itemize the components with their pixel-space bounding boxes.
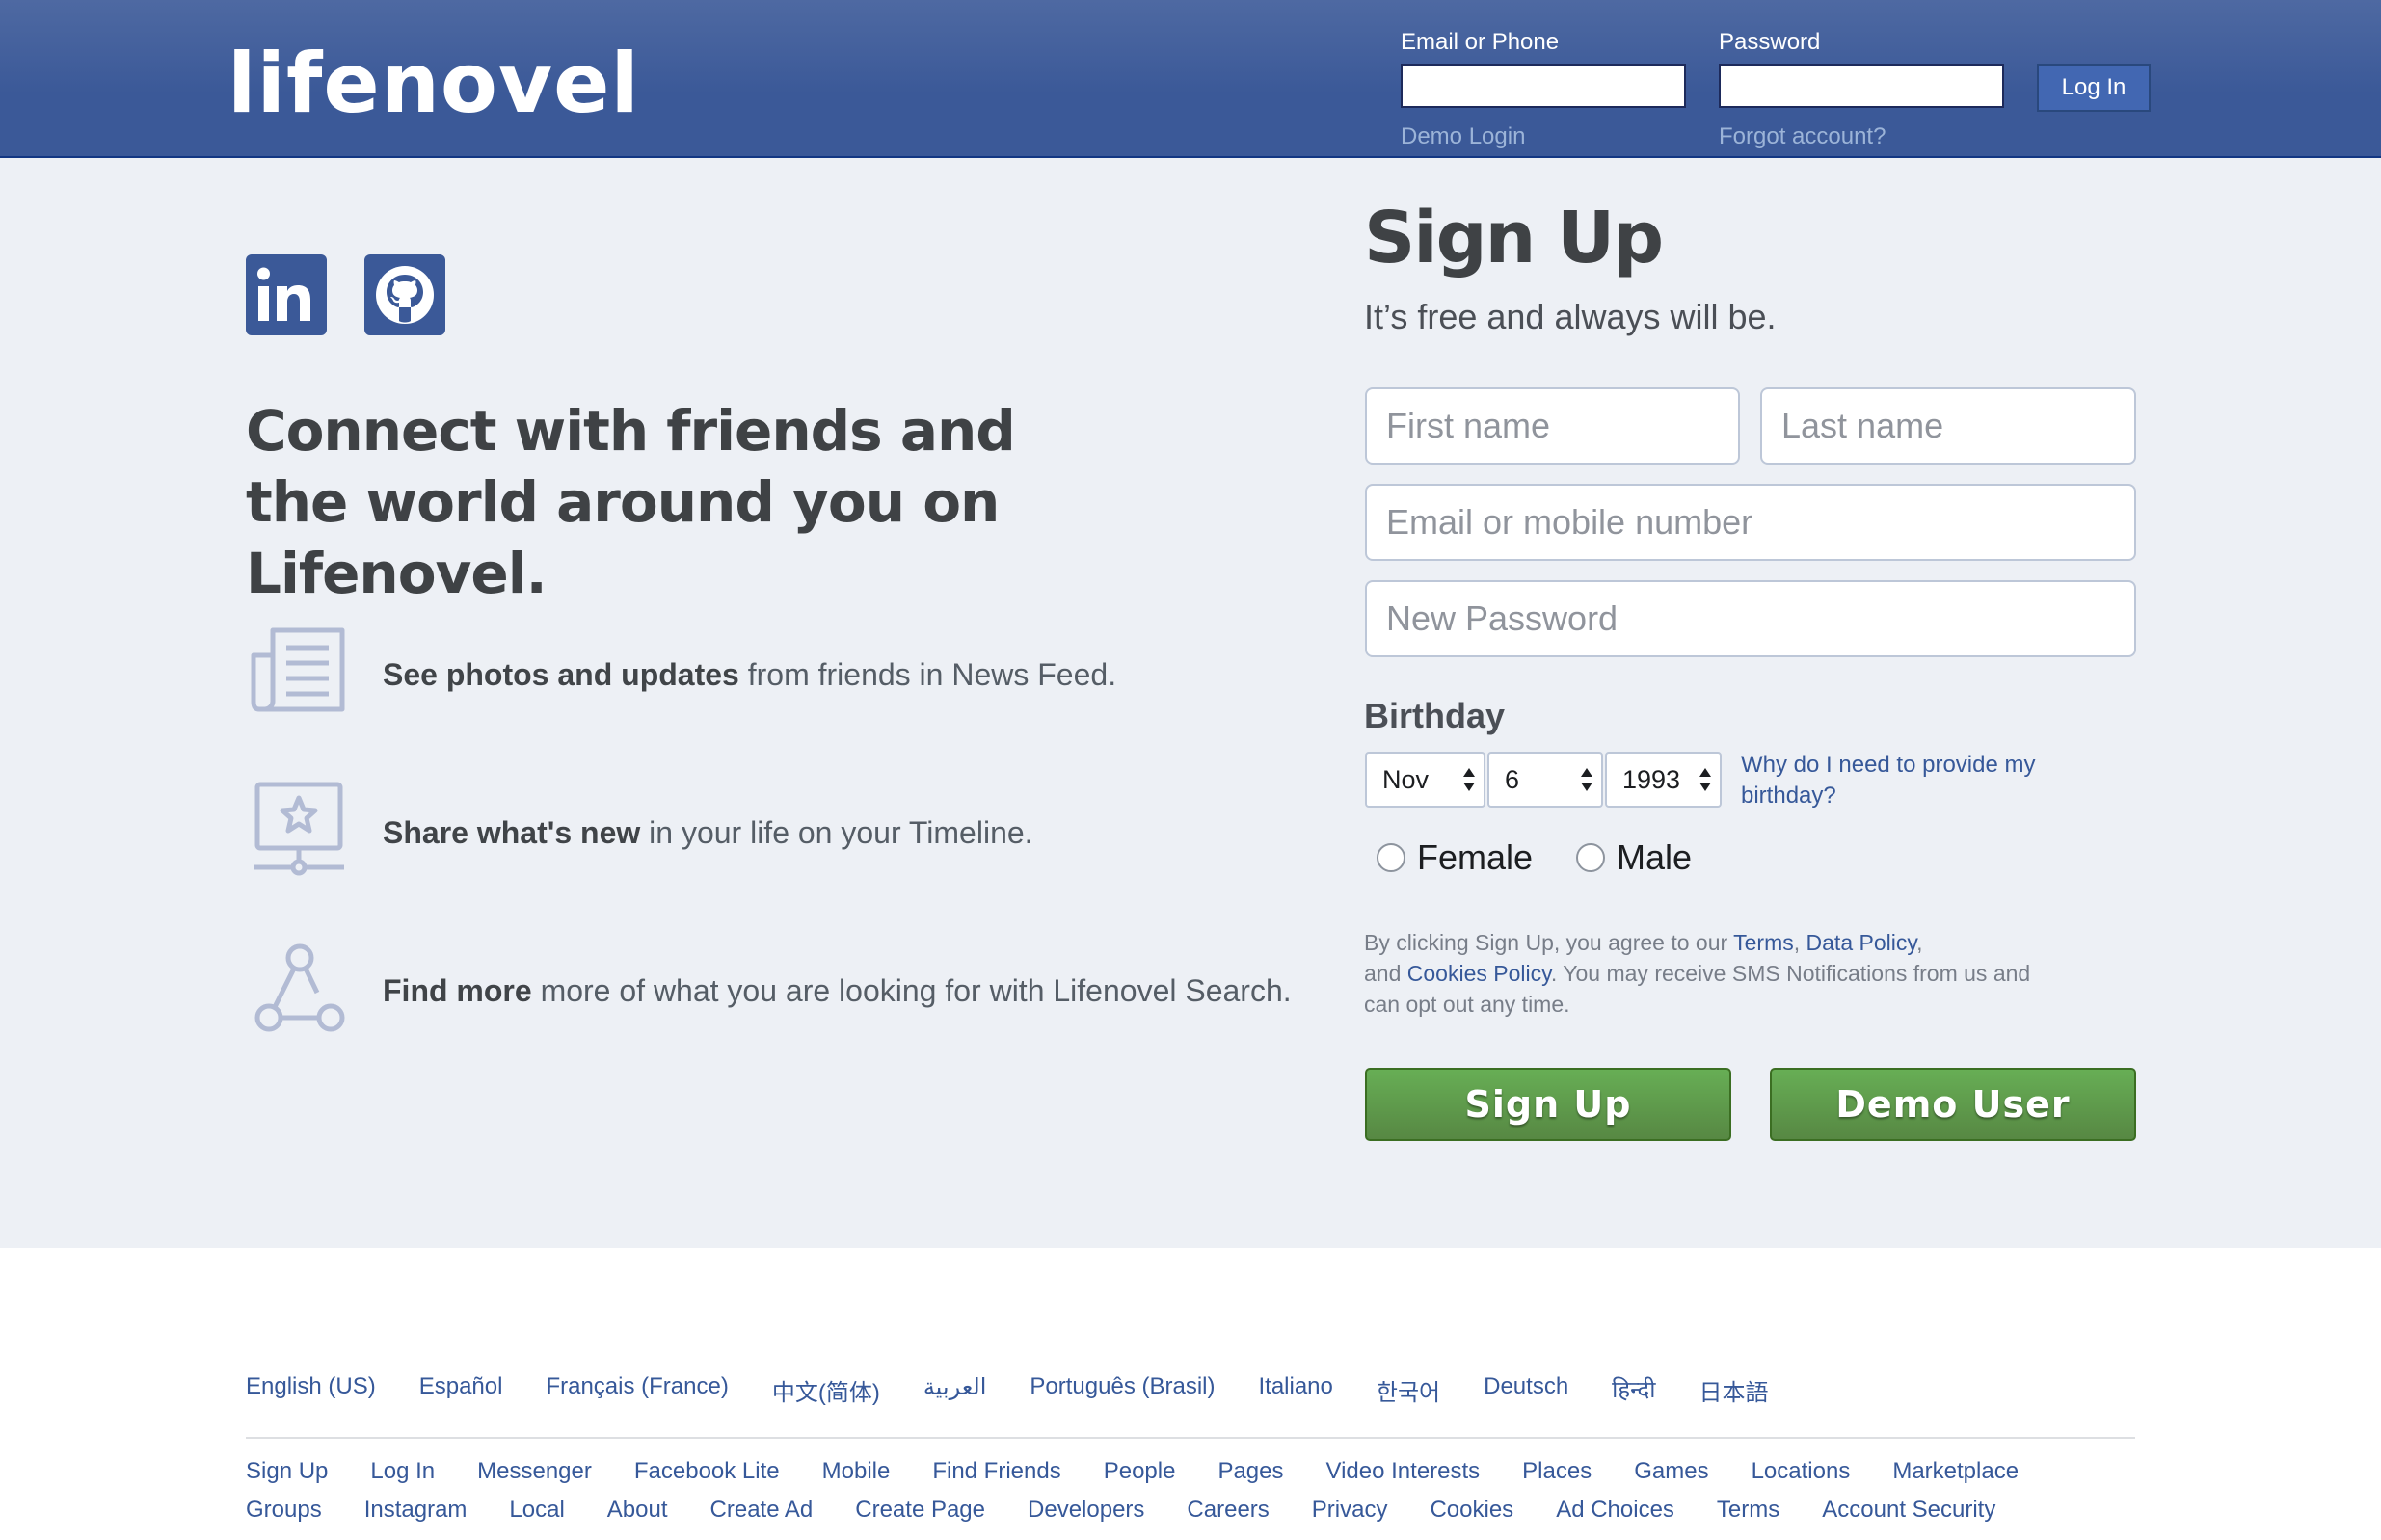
footer-link[interactable]: About bbox=[607, 1497, 668, 1524]
birthday-year-select[interactable]: 1993 bbox=[1605, 752, 1722, 808]
select-arrows-icon bbox=[1463, 768, 1475, 791]
birthday-day-select[interactable]: 6 bbox=[1487, 752, 1603, 808]
feature-text: See photos and updates from friends in N… bbox=[383, 657, 1117, 692]
footer-link[interactable]: Messenger bbox=[477, 1458, 592, 1485]
main-content: Connect with friends and the world aroun… bbox=[0, 158, 2381, 1248]
footer-link[interactable]: Instagram bbox=[364, 1497, 468, 1524]
first-name-field[interactable] bbox=[1365, 387, 1740, 465]
language-link[interactable]: English (US) bbox=[246, 1373, 376, 1407]
forgot-account-link[interactable]: Forgot account? bbox=[1719, 123, 1886, 150]
language-list: English (US) Español Français (France) 中… bbox=[246, 1373, 1812, 1407]
login-button[interactable]: Log In bbox=[2037, 64, 2151, 112]
male-radio[interactable] bbox=[1576, 843, 1605, 872]
signup-subtitle: It’s free and always will be. bbox=[1364, 297, 1777, 336]
news-feed-icon bbox=[251, 627, 345, 712]
footer-link[interactable]: Careers bbox=[1187, 1497, 1269, 1524]
footer-link[interactable]: Local bbox=[509, 1497, 564, 1524]
footer-link[interactable]: Mobile bbox=[822, 1458, 891, 1485]
email-field[interactable] bbox=[1365, 484, 2136, 561]
email-label: Email or Phone bbox=[1401, 29, 1560, 55]
feature-timeline: Share what's new in your life on your Ti… bbox=[246, 779, 1403, 885]
feature-search: Find more more of what you are looking f… bbox=[246, 937, 1403, 1043]
footer-link[interactable]: Find Friends bbox=[932, 1458, 1060, 1485]
footer-link[interactable]: Games bbox=[1634, 1458, 1708, 1485]
footer-link[interactable]: Developers bbox=[1028, 1497, 1144, 1524]
language-link[interactable]: Français (France) bbox=[546, 1373, 728, 1407]
language-link[interactable]: Italiano bbox=[1258, 1373, 1332, 1407]
footer-link[interactable]: Video Interests bbox=[1326, 1458, 1481, 1485]
demo-user-button[interactable]: Demo User bbox=[1770, 1068, 2136, 1141]
footer-link[interactable]: Cookies bbox=[1430, 1497, 1513, 1524]
cookies-policy-link[interactable]: Cookies Policy bbox=[1407, 961, 1551, 986]
github-icon[interactable] bbox=[364, 254, 445, 335]
birthday-label: Birthday bbox=[1364, 696, 1506, 735]
language-link[interactable]: Português (Brasil) bbox=[1030, 1373, 1215, 1407]
footer-links-row-2: Groups Instagram Local About Create Ad C… bbox=[246, 1497, 2038, 1524]
footer-link[interactable]: Places bbox=[1522, 1458, 1592, 1485]
timeline-star-icon bbox=[254, 782, 344, 876]
new-password-field[interactable] bbox=[1365, 580, 2136, 657]
login-email-input[interactable] bbox=[1401, 64, 1686, 108]
feature-text: Find more more of what you are looking f… bbox=[383, 973, 1292, 1008]
footer-link[interactable]: Sign Up bbox=[246, 1458, 328, 1485]
linkedin-icon[interactable] bbox=[246, 254, 327, 335]
female-radio[interactable] bbox=[1377, 843, 1405, 872]
top-navigation-bar: lifenovel Email or Phone Demo Login Pass… bbox=[0, 0, 2381, 158]
footer-link[interactable]: Pages bbox=[1217, 1458, 1283, 1485]
signup-title: Sign Up bbox=[1364, 197, 1664, 279]
language-link[interactable]: 日本語 bbox=[1699, 1373, 1769, 1407]
language-link[interactable]: 中文(简体) bbox=[772, 1373, 880, 1407]
feature-news-feed: See photos and updates from friends in N… bbox=[246, 621, 1403, 727]
login-password-input[interactable] bbox=[1719, 64, 2004, 108]
footer-link[interactable]: Facebook Lite bbox=[634, 1458, 780, 1485]
last-name-field[interactable] bbox=[1760, 387, 2136, 465]
footer-link[interactable]: Marketplace bbox=[1892, 1458, 2019, 1485]
footer-links-row-1: Sign Up Log In Messenger Facebook Lite M… bbox=[246, 1458, 2061, 1485]
footer-link[interactable]: Groups bbox=[246, 1497, 322, 1524]
footer-divider bbox=[246, 1437, 2135, 1439]
select-arrows-icon bbox=[1581, 768, 1592, 791]
why-birthday-link[interactable]: Why do I need to provide my birthday? bbox=[1741, 750, 2127, 811]
language-link[interactable]: Deutsch bbox=[1484, 1373, 1568, 1407]
data-policy-link[interactable]: Data Policy bbox=[1806, 930, 1917, 955]
birthday-month-value: Nov bbox=[1382, 765, 1430, 794]
footer-link[interactable]: Create Page bbox=[855, 1497, 985, 1524]
gender-female-option[interactable]: Female bbox=[1377, 837, 1534, 877]
gender-male-option[interactable]: Male bbox=[1576, 837, 1693, 877]
language-link[interactable]: Español bbox=[419, 1373, 503, 1407]
terms-notice: By clicking Sign Up, you agree to our Te… bbox=[1364, 930, 2031, 1017]
password-label: Password bbox=[1719, 29, 1821, 55]
language-link[interactable]: 한국어 bbox=[1377, 1373, 1440, 1407]
birthday-month-select[interactable]: Nov bbox=[1365, 752, 1485, 808]
terms-link[interactable]: Terms bbox=[1733, 930, 1794, 955]
female-label: Female bbox=[1417, 837, 1534, 877]
footer-link[interactable]: Create Ad bbox=[710, 1497, 814, 1524]
hero-headline: Connect with friends and the world aroun… bbox=[246, 398, 1016, 606]
feature-text: Share what's new in your life on your Ti… bbox=[383, 815, 1033, 850]
footer-link[interactable]: Ad Choices bbox=[1556, 1497, 1674, 1524]
demo-login-link[interactable]: Demo Login bbox=[1401, 123, 1525, 150]
footer-link[interactable]: People bbox=[1104, 1458, 1176, 1485]
male-label: Male bbox=[1617, 837, 1693, 877]
site-logo[interactable]: lifenovel bbox=[227, 42, 640, 125]
footer: English (US) Español Français (France) 中… bbox=[0, 1248, 2381, 1540]
signup-button[interactable]: Sign Up bbox=[1365, 1068, 1731, 1141]
select-arrows-icon bbox=[1699, 768, 1711, 791]
footer-link[interactable]: Terms bbox=[1717, 1497, 1779, 1524]
network-search-icon bbox=[254, 943, 345, 1032]
footer-link[interactable]: Privacy bbox=[1312, 1497, 1388, 1524]
footer-link[interactable]: Account Security bbox=[1822, 1497, 1995, 1524]
birthday-year-value: 1993 bbox=[1622, 765, 1681, 794]
birthday-day-value: 6 bbox=[1505, 765, 1520, 794]
footer-link[interactable]: Log In bbox=[370, 1458, 435, 1485]
language-link[interactable]: العربية bbox=[923, 1373, 987, 1407]
footer-link[interactable]: Locations bbox=[1752, 1458, 1851, 1485]
language-link[interactable]: हिन्दी bbox=[1612, 1373, 1655, 1407]
